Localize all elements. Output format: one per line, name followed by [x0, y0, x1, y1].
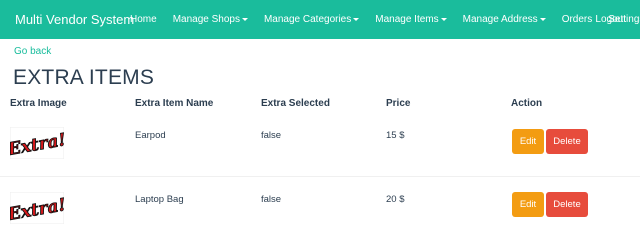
caret-down-icon	[353, 17, 360, 21]
extra-image: Extra!	[10, 192, 64, 224]
nav-item-home[interactable]: Home	[122, 14, 165, 25]
caret-down-icon	[539, 17, 546, 21]
nav-item-manage-address[interactable]: Manage Address	[455, 14, 554, 25]
nav-item-label: Manage Categories	[263, 14, 352, 25]
column-header-action: Action	[511, 98, 543, 109]
column-header-extra-item-name: Extra Item Name	[135, 98, 214, 109]
nav-menu: Home Manage Shops Manage Categories Mana…	[122, 0, 640, 39]
logout-link[interactable]: Logout	[595, 0, 626, 39]
column-header-extra-selected: Extra Selected	[261, 98, 330, 109]
nav-item-label: Orders	[561, 14, 593, 25]
brand[interactable]: Multi Vendor System	[0, 12, 134, 27]
row-divider	[0, 176, 640, 177]
extra-image: Extra!	[10, 127, 64, 159]
nav-item-label: Manage Address	[462, 14, 538, 25]
edit-button[interactable]: Edit	[512, 192, 544, 217]
nav-item-orders[interactable]: Orders	[554, 14, 601, 25]
nav-item-manage-categories[interactable]: Manage Categories	[256, 14, 367, 25]
nav-item-manage-shops[interactable]: Manage Shops	[165, 14, 256, 25]
nav-item-label: Manage Shops	[172, 14, 240, 25]
nav-item-manage-items[interactable]: Manage Items	[367, 14, 454, 25]
nav-item-label: Home	[130, 14, 157, 25]
nav-item-label: Manage Items	[375, 14, 439, 25]
extra-selected: false	[261, 130, 282, 141]
delete-button[interactable]: Delete	[546, 129, 588, 154]
extra-price: 15 $	[386, 130, 405, 141]
column-header-price: Price	[386, 98, 411, 109]
extra-item-name: Earpod	[135, 130, 166, 141]
extra-selected: false	[261, 194, 282, 205]
navbar: Multi Vendor System Home Manage Shops Ma…	[0, 0, 640, 39]
caret-down-icon	[440, 17, 447, 21]
extra-item-name: Laptop Bag	[135, 194, 184, 205]
edit-button[interactable]: Edit	[512, 129, 544, 154]
delete-button[interactable]: Delete	[546, 192, 588, 217]
extra-price: 20 $	[386, 194, 405, 205]
page-title: EXTRA ITEMS	[13, 66, 155, 89]
go-back-link[interactable]: Go back	[14, 46, 51, 57]
caret-down-icon	[241, 17, 248, 21]
column-header-extra-image: Extra Image	[10, 98, 67, 109]
